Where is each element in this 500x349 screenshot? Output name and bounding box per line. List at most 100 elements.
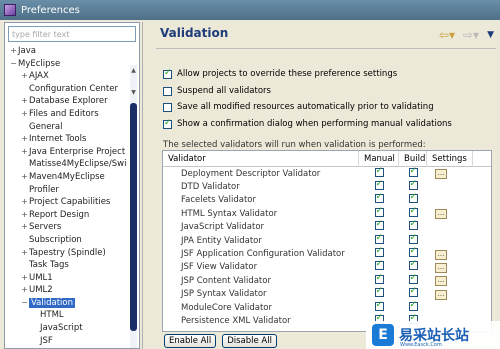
manual-checkbox[interactable] — [374, 219, 384, 231]
tree-item[interactable]: +Project Capabilities — [5, 196, 135, 209]
table-row[interactable]: Deployment Descriptor Validator... — [163, 166, 491, 180]
tree-item[interactable]: +Tapestry (Spindle) — [5, 247, 135, 260]
settings-ellipsis-button[interactable]: ... — [435, 276, 447, 287]
build-checkbox[interactable] — [408, 259, 418, 271]
build-checkbox[interactable] — [408, 233, 418, 244]
scroll-down-icon[interactable]: ▼ — [130, 89, 137, 97]
tree-item[interactable]: +Files and Editors — [5, 108, 135, 121]
settings-ellipsis-button[interactable]: ... — [435, 249, 447, 260]
column-settings[interactable]: Settings — [427, 151, 473, 167]
tree-expand-icon[interactable]: + — [20, 221, 29, 234]
manual-checkbox[interactable] — [374, 206, 384, 217]
tree-item[interactable]: +Java — [5, 45, 135, 58]
tree-expand-icon[interactable]: − — [9, 58, 18, 71]
table-row[interactable]: JPA Entity Validator — [163, 233, 491, 247]
tree-item[interactable]: JSF — [5, 335, 135, 348]
table-row[interactable]: JavaScript Validator — [163, 219, 491, 234]
build-checkbox[interactable] — [408, 166, 418, 177]
filter-box[interactable] — [8, 26, 136, 42]
column-manual[interactable]: Manual — [359, 151, 399, 167]
table-row[interactable]: HTML Syntax Validator... — [163, 206, 491, 220]
tree-expand-icon[interactable]: + — [20, 108, 29, 121]
column-build[interactable]: Build — [399, 151, 427, 167]
build-checkbox[interactable] — [408, 192, 418, 204]
tree-item[interactable]: +Internet Tools — [5, 133, 135, 146]
filter-input[interactable] — [9, 27, 135, 41]
option-row[interactable]: Allow projects to override these prefere… — [163, 68, 397, 79]
build-checkbox[interactable] — [408, 300, 418, 311]
build-checkbox[interactable] — [408, 206, 418, 217]
build-checkbox[interactable] — [408, 286, 418, 298]
tree-item[interactable]: Matisse4MyEclipse/Swi — [5, 158, 135, 171]
scrollbar-thumb[interactable] — [130, 103, 137, 331]
option-checkbox[interactable] — [163, 68, 172, 79]
table-row[interactable]: JSF Application Configuration Validator.… — [163, 246, 491, 260]
tree-expand-icon[interactable]: + — [20, 95, 29, 108]
manual-checkbox[interactable] — [374, 166, 384, 177]
tree-item[interactable]: −MyEclipse — [5, 58, 135, 71]
enable-all-button[interactable]: Enable All — [164, 334, 217, 348]
manual-checkbox[interactable] — [374, 300, 384, 311]
build-checkbox[interactable] — [408, 219, 418, 231]
disable-all-button[interactable]: Disable All — [222, 334, 277, 348]
build-checkbox[interactable] — [408, 179, 418, 191]
tree-item[interactable]: JavaScript — [5, 322, 135, 335]
tree-item[interactable]: +Maven4MyEclipse — [5, 171, 135, 184]
table-row[interactable]: JSP Syntax Validator... — [163, 286, 491, 301]
tree-expand-icon[interactable]: + — [20, 272, 29, 285]
tree-expand-icon[interactable]: + — [20, 171, 29, 184]
settings-ellipsis-button[interactable]: ... — [435, 209, 447, 220]
tree-item[interactable]: +Java Enterprise Project — [5, 146, 135, 159]
tree-item[interactable]: +UML2 — [5, 284, 135, 297]
panel-divider[interactable] — [142, 22, 143, 349]
build-checkbox[interactable] — [408, 273, 418, 284]
tree-expand-icon[interactable]: − — [20, 297, 29, 310]
tree-expand-icon[interactable]: + — [20, 70, 29, 83]
table-row[interactable]: JSP Content Validator... — [163, 273, 491, 287]
table-row[interactable]: ModuleCore Validator — [163, 300, 491, 314]
settings-ellipsis-button[interactable]: ... — [435, 169, 447, 180]
manual-checkbox[interactable] — [374, 273, 384, 284]
option-checkbox[interactable] — [163, 86, 172, 96]
option-row[interactable]: Show a confirmation dialog when performi… — [163, 118, 452, 129]
manual-checkbox[interactable] — [374, 286, 384, 298]
tree-scrollbar[interactable]: ▲ ▼ — [130, 65, 137, 348]
tree-item[interactable]: +Database Explorer — [5, 95, 135, 108]
back-arrow-icon[interactable]: ⇦▾ — [439, 28, 455, 42]
tree-item[interactable]: +UML1 — [5, 272, 135, 285]
tree-expand-icon[interactable]: + — [20, 284, 29, 297]
tree-expand-icon[interactable]: + — [9, 45, 18, 58]
tree-expand-icon[interactable]: + — [20, 196, 29, 209]
build-checkbox[interactable] — [408, 246, 418, 258]
column-validator[interactable]: Validator — [163, 151, 359, 167]
tree-item[interactable]: +Servers — [5, 221, 135, 234]
settings-ellipsis-button[interactable]: ... — [435, 262, 447, 273]
tree-expand-icon[interactable]: + — [20, 133, 29, 146]
table-row[interactable]: DTD Validator — [163, 179, 491, 193]
table-row[interactable]: JSF View Validator... — [163, 259, 491, 274]
tree-item[interactable]: +Report Design — [5, 209, 135, 222]
tree-item[interactable]: Subscription — [5, 234, 135, 247]
tree-item[interactable]: Task Tags — [5, 259, 135, 272]
option-row[interactable]: Suspend all validators — [163, 86, 271, 96]
view-menu-icon[interactable]: ▼ — [487, 30, 494, 40]
tree-expand-icon[interactable]: + — [20, 146, 29, 159]
scroll-up-icon[interactable]: ▲ — [130, 67, 137, 75]
tree-expand-icon[interactable]: + — [20, 247, 29, 260]
option-checkbox[interactable] — [163, 118, 172, 129]
manual-checkbox[interactable] — [374, 246, 384, 258]
manual-checkbox[interactable] — [374, 259, 384, 271]
option-row[interactable]: Save all modified resources automaticall… — [163, 102, 434, 112]
manual-checkbox[interactable] — [374, 179, 384, 191]
manual-checkbox[interactable] — [374, 233, 384, 244]
tree-item[interactable]: Profiler — [5, 184, 135, 197]
option-checkbox[interactable] — [163, 102, 172, 112]
settings-ellipsis-button[interactable]: ... — [435, 289, 447, 300]
tree-item[interactable]: +AJAX — [5, 70, 135, 83]
forward-arrow-icon[interactable]: ⇨▾ — [463, 28, 479, 42]
tree-item[interactable]: Configuration Center — [5, 83, 135, 96]
manual-checkbox[interactable] — [374, 192, 384, 204]
tree-item[interactable]: HTML — [5, 309, 135, 322]
tree-item[interactable]: General — [5, 121, 135, 134]
tree-item[interactable]: − Validation — [5, 297, 135, 310]
